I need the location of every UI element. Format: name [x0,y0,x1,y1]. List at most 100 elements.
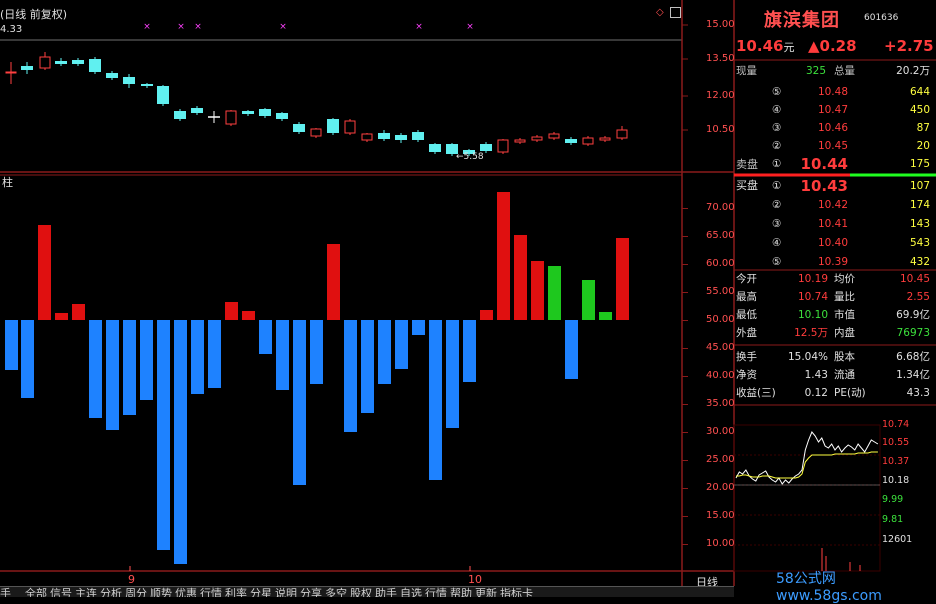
sell-index: ③ [772,122,782,134]
sell-index: ④ [772,104,782,116]
indicator-axis-label: 35.00 [706,398,735,409]
stat-value: 10.10 [797,309,828,321]
axis-tick [682,208,688,209]
bottom-tab-bar: 手全部 信号 主连 分析 周分 顺势 优惠 行情 利率 分星 说明 分享 多空 股权 助手 自选 行情 帮助 更新指… [0,586,734,597]
nav-tab[interactable]: 优惠 [175,587,197,597]
indicator-axis-label: 10.00 [706,538,735,549]
buy-index: ④ [772,237,782,249]
nav-tab[interactable]: 多空 [325,587,347,597]
indicator-axis-label: 60.00 [706,258,735,269]
stat-row: 净资 1.43 流通 1.34亿 [734,366,934,384]
indicator-axis-label: 40.00 [706,370,735,381]
sell-volume: 87 [916,122,930,134]
stat-value: 1.43 [804,369,828,381]
nav-tab[interactable]: 指标卡 [500,587,533,597]
axis-tick [682,348,688,349]
mini-axis-label: 9.81 [882,514,904,525]
buy-index: ⑤ [772,256,782,268]
nav-tab[interactable]: 全部 [25,587,47,597]
nav-tab[interactable]: 股权 [350,587,372,597]
sell-price: 10.45 [817,140,848,152]
stat-label: 收益(三) [736,387,776,399]
buy-volume: 543 [909,237,930,249]
indicator-axis-label: 55.00 [706,286,735,297]
indicator-axis-label: 15.00 [706,510,735,521]
mini-axis-label: 10.55 [882,437,910,448]
nav-tab[interactable]: 手 [0,587,11,597]
stat-label: 量比 [834,291,855,303]
sell-price: 10.48 [817,86,848,98]
stat-value: 76973 [896,327,930,339]
axis-tick [682,376,688,377]
nav-tab[interactable]: 帮助 [450,587,472,597]
nav-tab[interactable]: 顺势 [150,587,172,597]
indicator-label: 柱 [2,176,13,189]
watermark: 58公式网 www.58gs.com [776,571,882,604]
nav-tab[interactable]: 周分 [125,587,147,597]
nav-tab[interactable]: 行情 [200,587,222,597]
buy-price: 10.39 [817,256,848,268]
stat-label: 市值 [834,309,855,321]
stat-row: 今开 10.19 均价 10.45 [734,270,934,288]
stat-value: 12.5万 [794,327,828,339]
buy-row: ④ 10.40 543 [734,234,934,252]
nav-tab[interactable]: 助手 [375,587,397,597]
axis-tick [682,516,688,517]
nav-tab[interactable]: 信号 [50,587,72,597]
x-label-10: 10 [468,573,482,586]
svg-text:×: × [415,22,423,32]
mini-axis-label: 10.18 [882,475,910,486]
stat-value: 0.12 [804,387,828,399]
buy-row: ⑤ 10.39 432 [734,253,934,271]
nav-tab[interactable]: 分析 [100,587,122,597]
nav-tab[interactable]: 说明 [275,587,297,597]
nav-tab[interactable]: 分星 [250,587,272,597]
price-axis-label: 10.50 [706,124,735,135]
nav-tab[interactable]: 行情 [425,587,447,597]
buy-index: ① [772,180,782,192]
stat-value: 15.04% [787,351,828,363]
sell-row: ④ 10.47 450 [734,101,934,119]
sell-index: ② [772,140,782,152]
stat-label: 最高 [736,291,757,303]
window-icon[interactable] [670,7,681,18]
sell-volume: 175 [909,158,930,170]
nav-tab[interactable]: 分享 [300,587,322,597]
sell-index: ① [772,158,782,170]
nav-tab[interactable]: 更新 [475,587,497,597]
indicator-axis-label: 30.00 [706,426,735,437]
sell-label: 卖盘 [736,158,758,171]
indicator-axis-label: 70.00 [706,202,735,213]
indicator-axis-label: 20.00 [706,482,735,493]
left-value: 4.33 [0,24,23,35]
price-axis-label: 13.50 [706,53,735,64]
ticker: 601636 [864,13,899,23]
sell-row: ② 10.45 20 [734,137,934,155]
buy-price: 10.42 [817,199,848,211]
sell-index: ⑤ [772,86,782,98]
volume-row: 现量 325 总量 20.2万 [736,65,930,77]
stat-label: 换手 [736,351,757,363]
stat-row: 外盘 12.5万 内盘 76973 [734,324,934,342]
axis-tick [682,320,688,321]
axis-tick [682,236,688,237]
stat-label: 最低 [736,309,757,321]
mini-axis-label: 10.37 [882,456,910,467]
price-change: ▲0.28 [808,37,857,55]
axis-tick [682,432,688,433]
indicator-axis-label: 45.00 [706,342,735,353]
buy-index: ③ [772,218,782,230]
nav-tab[interactable]: 自选 [400,587,422,597]
diamond-icon[interactable]: ◇ [656,7,664,18]
indicator-axis-label: 65.00 [706,230,735,241]
nav-tab[interactable]: 主连 [75,587,97,597]
price-axis-label: 15.00 [706,19,735,30]
svg-text:×: × [143,22,151,32]
nav-tab[interactable]: 利率 [225,587,247,597]
sell-volume: 644 [909,86,930,98]
mini-axis-label: 12601 [882,534,913,545]
buy-price: 10.43 [800,177,848,195]
stat-label: PE(动) [834,387,866,399]
mini-axis-label: 10.74 [882,419,910,430]
stat-label: 外盘 [736,327,757,339]
